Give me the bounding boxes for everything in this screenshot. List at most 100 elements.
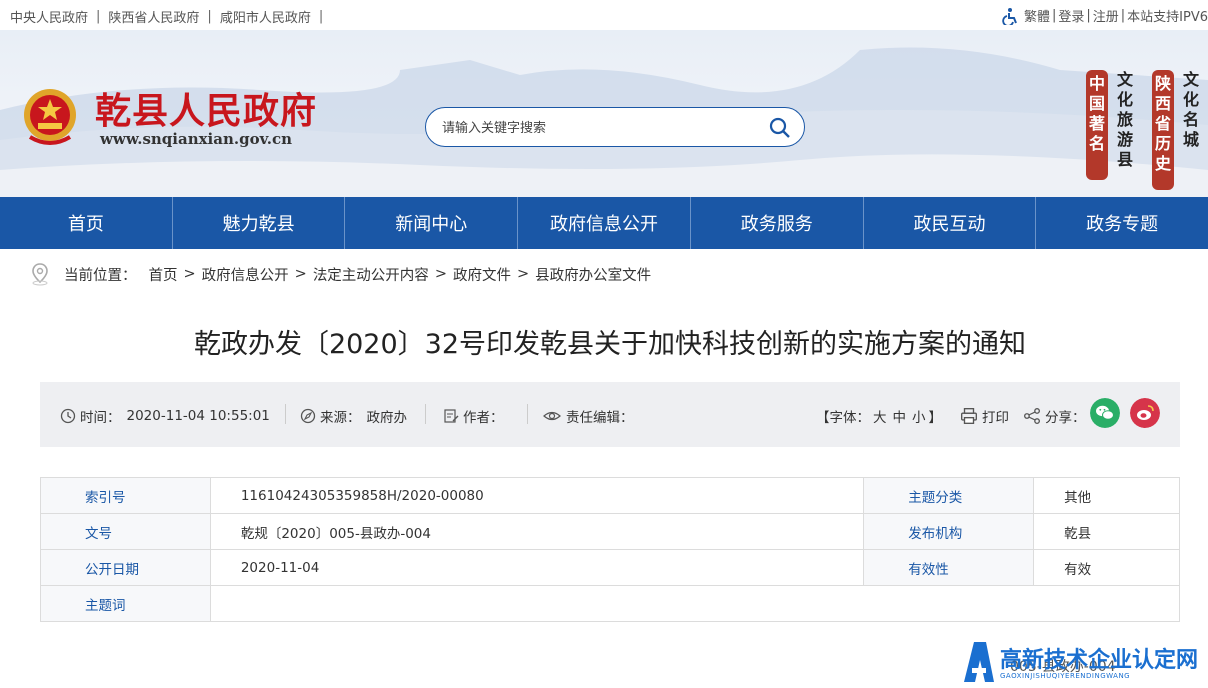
topic-category-label: 主题分类 <box>863 477 1035 514</box>
font-size-label: 【字体： <box>816 410 870 426</box>
edit-document-icon <box>444 409 459 423</box>
font-small-button[interactable]: 小 <box>912 406 926 426</box>
top-bar: 中央人民政府 | 陕西省人民政府 | 咸阳市人民政府 | 繁體 | 登录 | 注… <box>0 0 1208 30</box>
time-label: 时间： <box>80 410 121 426</box>
time-value: 2020-11-04 10:55:01 <box>126 408 270 424</box>
index-number-value: 11610424305359858H/2020-00080 <box>209 477 865 514</box>
watermark-logo-icon <box>964 642 994 682</box>
weibo-share-icon[interactable] <box>1130 398 1160 428</box>
search-icon[interactable] <box>768 116 792 140</box>
watermark-text: 高新技术企业认定网 <box>1000 648 1199 673</box>
separator: | <box>207 9 212 24</box>
validity-label: 有效性 <box>863 549 1035 586</box>
share-label: 分享： <box>1045 410 1086 426</box>
wechat-share-icon[interactable] <box>1090 398 1120 428</box>
calligraphy-cultural-tourism: 文化旅游县 <box>1116 70 1133 169</box>
separator: | <box>1120 8 1126 23</box>
ipv6-notice: 本站支持IPV6 <box>1127 10 1208 25</box>
share-section: 分享： <box>1023 406 1086 426</box>
topic-category-value: 其他 <box>1033 477 1180 514</box>
font-size-control: 【字体： 大 中 小 】 <box>816 406 942 426</box>
nav-interaction[interactable]: 政民互动 <box>864 197 1037 249</box>
link-central-gov[interactable]: 中央人民政府 <box>10 7 88 26</box>
eye-icon <box>543 411 561 421</box>
table-row: 主题词 <box>40 585 1181 622</box>
search-input[interactable] <box>442 117 752 139</box>
meta-source: 来源： 政府办 <box>300 406 407 426</box>
accessibility-icon[interactable] <box>1002 7 1020 25</box>
font-medium-button[interactable]: 中 <box>893 406 907 426</box>
breadcrumb: 当前位置： 首页 > 政府信息公开 > 法定主动公开内容 > 政府文件 > 县政… <box>30 262 653 286</box>
editor-label: 责任编辑： <box>566 410 634 426</box>
printer-icon <box>961 408 977 424</box>
meta-divider <box>425 404 426 424</box>
nav-news-center[interactable]: 新闻中心 <box>345 197 519 249</box>
calligraphy-shaanxi-history: 陕西省历史 <box>1152 70 1174 190</box>
register-link[interactable]: 注册 <box>1093 6 1119 25</box>
site-title[interactable]: 乾县人民政府 <box>95 82 317 134</box>
meta-editor: 责任编辑： <box>542 406 634 426</box>
document-info-table: 索引号 11610424305359858H/2020-00080 主题分类 其… <box>40 477 1181 622</box>
breadcrumb-home[interactable]: 首页 <box>149 264 178 285</box>
doc-number-value: 乾规〔2020〕005-县政办-004 <box>209 513 865 550</box>
meta-divider <box>285 404 286 424</box>
nav-gov-info[interactable]: 政府信息公开 <box>518 197 691 249</box>
page-title: 乾政办发〔2020〕32号印发乾县关于加快科技创新的实施方案的通知 <box>193 329 1027 360</box>
top-bar-right: 繁體 | 登录 | 注册 | 本站支持IPV6 <box>1002 6 1208 25</box>
calligraphy-cultural-city: 文化名城 <box>1182 70 1199 149</box>
publish-date-label: 公开日期 <box>40 549 211 586</box>
breadcrumb-arrow: > <box>183 266 196 282</box>
nav-gov-services[interactable]: 政务服务 <box>691 197 864 249</box>
breadcrumb-arrow: > <box>516 266 530 282</box>
breadcrumb-gov-info[interactable]: 政府信息公开 <box>202 264 289 285</box>
issuing-agency-label: 发布机构 <box>863 513 1035 550</box>
main-nav: 首页 魅力乾县 新闻中心 政府信息公开 政务服务 政民互动 政务专题 <box>0 197 1208 249</box>
print-button[interactable]: 打印 <box>960 406 1009 426</box>
breadcrumb-arrow: > <box>434 266 447 282</box>
font-size-close: 】 <box>928 410 943 426</box>
nav-home[interactable]: 首页 <box>0 197 173 249</box>
keywords-value <box>209 585 1181 622</box>
gov-links: 中央人民政府 | 陕西省人民政府 | 咸阳市人民政府 | <box>10 7 331 26</box>
publish-date-value: 2020-11-04 <box>209 549 865 586</box>
doc-number-label: 文号 <box>40 513 211 550</box>
link-shaanxi-gov[interactable]: 陕西省人民政府 <box>108 7 199 26</box>
share-icon <box>1024 408 1040 424</box>
traditional-chinese-link[interactable]: 繁體 <box>1024 6 1050 25</box>
link-xianyang-gov[interactable]: 咸阳市人民政府 <box>220 7 311 26</box>
index-number-label: 索引号 <box>40 477 211 514</box>
separator: | <box>1051 8 1057 23</box>
separator: | <box>318 9 324 24</box>
print-label: 打印 <box>982 410 1009 426</box>
meta-divider <box>527 404 528 424</box>
font-large-button[interactable]: 大 <box>873 406 887 426</box>
table-row: 公开日期 2020-11-04 有效性 有效 <box>40 549 1180 586</box>
table-row: 文号 乾规〔2020〕005-县政办-004 发布机构 乾县 <box>40 513 1180 550</box>
watermark-subtext: GAOXINJISHUQIYERENDINGWANG <box>1000 672 1131 680</box>
breadcrumb-arrow: > <box>294 266 307 282</box>
separator: | <box>96 9 101 24</box>
calligraphy-china-famous: 中国著名 <box>1086 70 1108 180</box>
header-banner: 乾县人民政府 www.snqianxian.gov.cn 中国著名 文化旅游县 … <box>0 30 1208 198</box>
breadcrumb-label: 当前位置： <box>64 267 137 284</box>
nav-topics[interactable]: 政务专题 <box>1036 197 1208 249</box>
article-meta-bar: 时间： 2020-11-04 10:55:01 来源： 政府办 作者： 责任编辑… <box>40 382 1180 447</box>
breadcrumb-gov-docs[interactable]: 政府文件 <box>453 264 511 285</box>
meta-author: 作者： <box>443 406 504 426</box>
validity-value: 有效 <box>1033 549 1180 586</box>
breadcrumb-office-docs[interactable]: 县政府办公室文件 <box>535 264 651 285</box>
author-label: 作者： <box>463 410 504 426</box>
login-link[interactable]: 登录 <box>1058 6 1084 25</box>
issuing-agency-value: 乾县 <box>1033 513 1180 550</box>
source-value: 政府办 <box>366 410 408 426</box>
nav-charm-qianxian[interactable]: 魅力乾县 <box>173 197 346 249</box>
breadcrumb-statutory[interactable]: 法定主动公开内容 <box>313 264 429 285</box>
location-pin-icon <box>32 263 48 286</box>
keywords-label: 主题词 <box>40 585 211 622</box>
source-label: 来源： <box>320 410 361 426</box>
national-emblem-icon <box>24 89 76 145</box>
site-url: www.snqianxian.gov.cn <box>100 130 293 148</box>
table-row: 索引号 11610424305359858H/2020-00080 主题分类 其… <box>40 477 1180 514</box>
meta-time: 时间： 2020-11-04 10:55:01 <box>60 406 270 426</box>
search-box <box>425 107 805 147</box>
